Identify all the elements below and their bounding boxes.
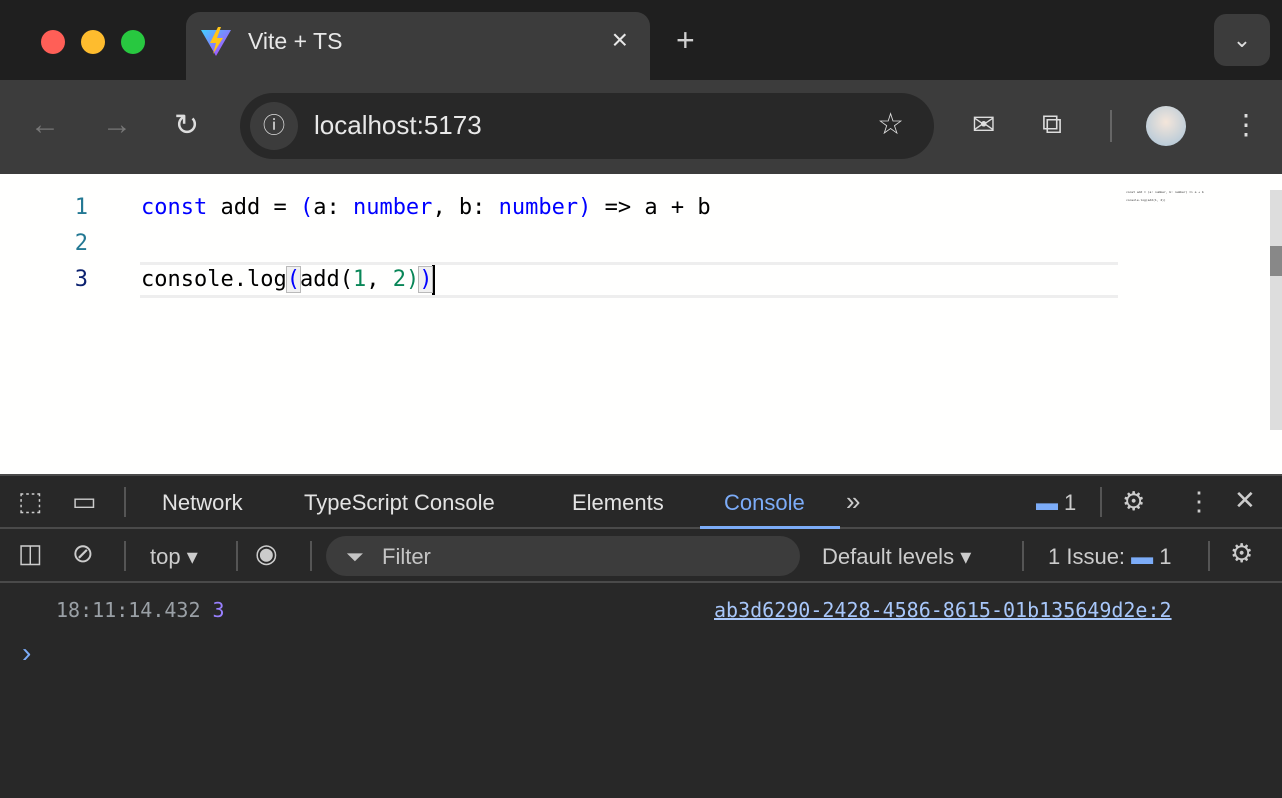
line-number: 2: [74, 231, 88, 256]
new-tab-button[interactable]: +: [676, 22, 695, 59]
paren: (: [299, 195, 314, 220]
more-tabs-icon[interactable]: »: [846, 486, 860, 517]
console-output: 18:11:14.432 3 ab3d6290-2428-4586-8615-0…: [0, 583, 1282, 798]
browser-toolbar: ← → ↻ ⓘ localhost:5173 ☆ ✉ ⧉ ⋮: [0, 80, 1282, 174]
more-options-icon[interactable]: ⋮: [1186, 486, 1212, 517]
code-line-3: console.log(add(1, 2)): [141, 262, 436, 298]
code-text: , b:: [432, 195, 499, 220]
toolbar-divider: [1110, 110, 1112, 142]
keyword: const: [141, 195, 208, 220]
filter-funnel-icon: ⏷: [346, 544, 364, 569]
minimap[interactable]: const add = (a: number, b: number) => a …: [1126, 188, 1204, 204]
live-expression-eye-icon[interactable]: ◉: [255, 538, 278, 569]
messages-count[interactable]: 1: [1064, 490, 1076, 516]
filter-input[interactable]: ⏷ Filter: [326, 536, 800, 576]
context-selector[interactable]: top ▾: [150, 544, 198, 570]
tab-console[interactable]: Console: [724, 490, 805, 516]
log-value: 3: [212, 598, 225, 622]
tab-typescript-console[interactable]: TypeScript Console: [304, 490, 495, 516]
code-text: add =: [207, 195, 300, 220]
maximize-window-button[interactable]: [121, 30, 145, 54]
tab-search-button[interactable]: ⌄: [1214, 14, 1270, 66]
code-text: console.log: [141, 267, 287, 292]
code-line-1: const add = (a: number, b: number) => a …: [141, 190, 711, 226]
divider: [124, 487, 126, 517]
more-menu-icon[interactable]: ⋮: [1232, 108, 1260, 141]
site-info-icon[interactable]: ⓘ: [250, 102, 298, 150]
console-settings-gear-icon[interactable]: ⚙: [1230, 538, 1253, 569]
console-prompt[interactable]: ›: [22, 637, 31, 669]
line-number: 3: [74, 267, 88, 292]
tab-elements[interactable]: Elements: [572, 490, 664, 516]
code-text: => a + b: [591, 195, 711, 220]
tab-title: Vite + TS: [248, 28, 343, 54]
number: 2: [392, 267, 406, 292]
issues-label: 1 Issue:: [1048, 544, 1126, 569]
minimize-window-button[interactable]: [81, 30, 105, 54]
log-source-link[interactable]: ab3d6290-2428-4586-8615-01b135649d2e:2: [714, 598, 1172, 622]
sidebar-toggle-icon[interactable]: ◫: [18, 538, 43, 569]
filter-placeholder: Filter: [382, 544, 431, 569]
paren: ): [418, 266, 434, 293]
type: number: [352, 195, 433, 220]
divider: [236, 541, 238, 571]
divider: [310, 541, 312, 571]
code-text: add(: [299, 267, 353, 292]
log-levels-dropdown[interactable]: Default levels ▾: [822, 544, 971, 570]
extensions-puzzle-icon[interactable]: ⧉: [1042, 108, 1062, 141]
type: number: [498, 195, 579, 220]
issues-icon: ▬: [1131, 544, 1154, 569]
number: 1: [352, 267, 367, 292]
divider: [1022, 541, 1024, 571]
close-tab-icon[interactable]: ×: [612, 24, 628, 56]
mail-extension-icon[interactable]: ✉: [972, 108, 995, 141]
clear-console-icon[interactable]: ⊘: [72, 538, 94, 569]
divider: [124, 541, 126, 571]
messages-icon[interactable]: ▬: [1036, 490, 1058, 516]
console-toolbar: ◫ ⊘ top ▾ ◉ ⏷ Filter Default levels ▾ 1 …: [0, 529, 1282, 583]
context-value: top: [150, 544, 181, 569]
issues-count: 1: [1159, 544, 1172, 569]
forward-button[interactable]: →: [102, 108, 132, 142]
paren: ): [578, 195, 592, 220]
code-text: ,: [366, 267, 393, 292]
close-devtools-icon[interactable]: ✕: [1234, 485, 1256, 516]
profile-avatar[interactable]: [1146, 106, 1186, 146]
device-toolbar-icon[interactable]: ▭: [72, 486, 97, 517]
text-cursor: [432, 265, 436, 295]
paren: (: [285, 266, 301, 293]
line-number: 1: [74, 195, 88, 220]
settings-gear-icon[interactable]: ⚙: [1122, 486, 1145, 517]
minimap-line: console.log(add(1, 2)): [1126, 198, 1166, 202]
minimap-line: const add = (a: number, b: number) => a …: [1126, 190, 1204, 194]
chevron-down-icon: ⌄: [1232, 27, 1252, 52]
address-bar[interactable]: ⓘ localhost:5173 ☆: [240, 93, 934, 159]
inspect-element-icon[interactable]: ⬚: [18, 486, 43, 517]
bookmark-star-icon[interactable]: ☆: [877, 107, 904, 142]
log-entry: 18:11:14.432 3: [56, 598, 225, 622]
code-text: a:: [313, 195, 353, 220]
browser-tab[interactable]: Vite + TS ×: [186, 12, 650, 82]
vertical-scrollbar[interactable]: [1270, 190, 1282, 430]
issues-button[interactable]: 1 Issue: ▬ 1: [1048, 544, 1172, 570]
reload-button[interactable]: ↻: [174, 108, 199, 143]
url-text[interactable]: localhost:5173: [314, 110, 482, 141]
code-editor[interactable]: 1 2 3 const add = (a: number, b: number)…: [0, 174, 1282, 474]
scrollbar-thumb[interactable]: [1270, 246, 1282, 276]
divider: [1208, 541, 1210, 571]
close-window-button[interactable]: [41, 30, 65, 54]
divider: [1100, 487, 1102, 517]
log-timestamp: 18:11:14.432: [56, 598, 201, 622]
paren: ): [405, 267, 420, 292]
devtools-tab-bar: ⬚ ▭ Network TypeScript Console Elements …: [0, 474, 1282, 529]
tab-strip: Vite + TS × + ⌄: [0, 0, 1282, 82]
back-button[interactable]: ←: [30, 108, 60, 142]
vite-logo-icon: [201, 27, 231, 56]
tab-network[interactable]: Network: [162, 490, 243, 516]
levels-label: Default levels: [822, 544, 955, 569]
